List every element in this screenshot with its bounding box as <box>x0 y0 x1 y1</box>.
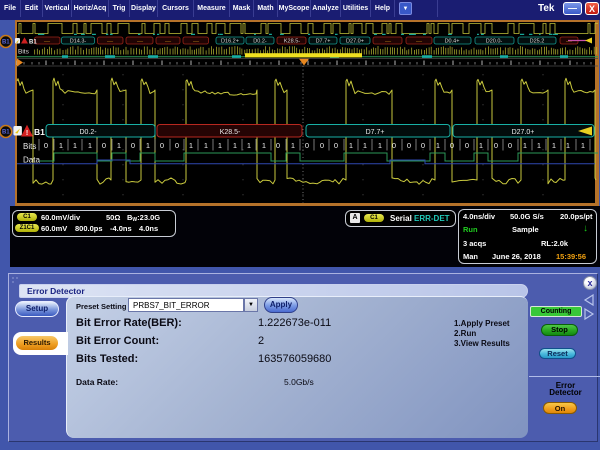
svg-text:K28.5-: K28.5- <box>220 129 241 136</box>
svg-text:1: 1 <box>523 141 527 150</box>
svg-text:1: 1 <box>146 141 150 150</box>
svg-text:0: 0 <box>450 141 454 150</box>
svg-text:1: 1 <box>479 141 483 150</box>
svg-text:Bits: Bits <box>23 142 36 151</box>
svg-text:1: 1 <box>537 141 541 150</box>
svg-text:D20.0-: D20.0- <box>486 39 503 45</box>
svg-text:D7.7+: D7.7+ <box>316 39 331 45</box>
svg-text:0: 0 <box>465 141 469 150</box>
svg-text:D14.3-: D14.3- <box>70 39 87 45</box>
svg-text:D16.2+: D16.2+ <box>221 39 239 45</box>
svg-text:0: 0 <box>320 141 324 150</box>
svg-text:1: 1 <box>552 141 556 150</box>
svg-text:0: 0 <box>392 141 396 150</box>
svg-text:0: 0 <box>508 141 512 150</box>
svg-text:0: 0 <box>305 141 309 150</box>
svg-text:––: –– <box>193 39 200 45</box>
svg-text:D0.2-: D0.2- <box>253 39 267 45</box>
svg-text:1: 1 <box>233 141 237 150</box>
svg-text:0: 0 <box>175 141 179 150</box>
svg-text:0: 0 <box>407 141 411 150</box>
svg-text:0: 0 <box>494 141 498 150</box>
svg-text:1: 1 <box>189 141 193 150</box>
svg-text:1: 1 <box>349 141 353 150</box>
svg-text:1: 1 <box>436 141 440 150</box>
svg-text:––: –– <box>566 39 573 45</box>
svg-text:D25.2: D25.2 <box>530 39 545 45</box>
svg-text:D27.0+: D27.0+ <box>512 129 535 136</box>
svg-text:1: 1 <box>117 141 121 150</box>
svg-text:B1: B1 <box>34 127 45 137</box>
svg-text:––: –– <box>416 39 423 45</box>
svg-text:1: 1 <box>566 141 570 150</box>
svg-text:0: 0 <box>160 141 164 150</box>
svg-text:B1: B1 <box>2 130 10 136</box>
svg-text:K28.5-: K28.5- <box>284 39 300 45</box>
svg-text:D27.0+: D27.0+ <box>346 39 364 45</box>
svg-text:0: 0 <box>276 141 280 150</box>
svg-text:––: –– <box>137 39 144 45</box>
svg-text:1: 1 <box>247 141 251 150</box>
svg-text:!: ! <box>26 130 28 137</box>
svg-text:1: 1 <box>59 141 63 150</box>
svg-text:B1: B1 <box>2 40 10 46</box>
svg-text:––: –– <box>165 39 172 45</box>
svg-text:0: 0 <box>44 141 48 150</box>
svg-text:D7.7+: D7.7+ <box>366 129 385 136</box>
svg-text:––: –– <box>385 39 392 45</box>
svg-text:Data: Data <box>23 156 40 165</box>
svg-text:1: 1 <box>218 141 222 150</box>
svg-text:1: 1 <box>88 141 92 150</box>
svg-text:0: 0 <box>421 141 425 150</box>
svg-text:1: 1 <box>363 141 367 150</box>
svg-text:D0.2-: D0.2- <box>79 129 97 136</box>
svg-text:0: 0 <box>334 141 338 150</box>
svg-text:1: 1 <box>378 141 382 150</box>
svg-text:1: 1 <box>291 141 295 150</box>
svg-text:Bits: Bits <box>18 49 30 56</box>
svg-text:1: 1 <box>262 141 266 150</box>
svg-text:1: 1 <box>581 141 585 150</box>
svg-text:––: –– <box>44 39 51 45</box>
svg-text:0: 0 <box>102 141 106 150</box>
svg-text:B1: B1 <box>29 40 37 46</box>
svg-text:D0.4+: D0.4+ <box>445 39 460 45</box>
svg-text:––: –– <box>107 39 114 45</box>
svg-text:1: 1 <box>73 141 77 150</box>
svg-text:1: 1 <box>204 141 208 150</box>
svg-text:0: 0 <box>131 141 135 150</box>
